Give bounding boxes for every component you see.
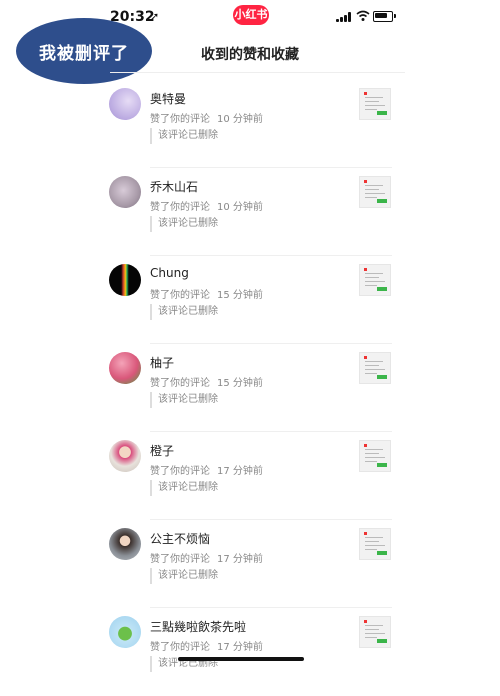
post-thumbnail[interactable] [359, 176, 391, 208]
post-thumbnail[interactable] [359, 264, 391, 296]
deleted-comment: 该评论已删除 [150, 480, 218, 496]
purple-avatar[interactable] [109, 88, 141, 120]
page-title: 收到的赞和收藏 [201, 47, 299, 63]
notification-item[interactable]: 乔木山石 赞了你的评论 10 分钟前 该评论已删除 [0, 168, 500, 256]
action-text: 赞了你的评论 [150, 202, 210, 213]
action-text: 赞了你的评论 [150, 642, 210, 653]
header-divider [110, 72, 405, 73]
notification-item[interactable]: Chung 赞了你的评论 15 分钟前 该评论已删除 [0, 256, 500, 344]
post-thumbnail[interactable] [359, 352, 391, 384]
notification-item[interactable]: 柚子 赞了你的评论 15 分钟前 该评论已删除 [0, 344, 500, 432]
user-name[interactable]: 奥特曼 [150, 90, 186, 107]
deleted-comment: 该评论已删除 [150, 128, 218, 144]
battery-icon [373, 11, 396, 22]
flower-avatar[interactable] [109, 176, 141, 208]
timestamp: 17 分钟前 [217, 642, 263, 653]
action-text: 赞了你的评论 [150, 466, 210, 477]
timestamp: 17 分钟前 [217, 466, 263, 477]
action-text: 赞了你的评论 [150, 554, 210, 565]
action-text: 赞了你的评论 [150, 290, 210, 301]
cartoon-avatar[interactable] [109, 616, 141, 648]
action-text: 赞了你的评论 [150, 114, 210, 125]
app-badge: 小红书 [233, 5, 269, 25]
user-name[interactable]: 橙子 [150, 442, 174, 459]
user-name[interactable]: 柚子 [150, 354, 174, 371]
notification-item[interactable]: 公主不烦恼 赞了你的评论 17 分钟前 该评论已删除 [0, 520, 500, 608]
girl-avatar[interactable] [109, 528, 141, 560]
signal-icon [336, 12, 352, 22]
user-name[interactable]: 乔木山石 [150, 178, 198, 195]
action-text: 赞了你的评论 [150, 378, 210, 389]
home-indicator[interactable] [178, 657, 304, 661]
wifi-icon [356, 10, 370, 21]
notification-item[interactable]: 奥特曼 赞了你的评论 10 分钟前 该评论已删除 [0, 80, 500, 168]
timestamp: 17 分钟前 [217, 554, 263, 565]
timestamp: 15 分钟前 [217, 290, 263, 301]
post-thumbnail[interactable] [359, 616, 391, 648]
user-name[interactable]: 公主不烦恼 [150, 530, 210, 547]
timestamp: 10 分钟前 [217, 202, 263, 213]
person-avatar[interactable] [109, 440, 141, 472]
post-thumbnail[interactable] [359, 440, 391, 472]
timestamp: 15 分钟前 [217, 378, 263, 389]
post-thumbnail[interactable] [359, 88, 391, 120]
flowers-avatar[interactable] [109, 352, 141, 384]
deleted-comment: 该评论已删除 [150, 216, 218, 232]
location-arrow-icon: ➚ [150, 10, 160, 23]
deleted-comment: 该评论已删除 [150, 304, 218, 320]
deleted-comment: 该评论已删除 [150, 568, 218, 584]
rainbow-avatar[interactable] [109, 264, 141, 296]
notification-item[interactable]: 三點幾啦飲茶先啦 赞了你的评论 17 分钟前 该评论已删除 [0, 608, 500, 696]
deleted-comment: 该评论已删除 [150, 392, 218, 408]
post-thumbnail[interactable] [359, 528, 391, 560]
timestamp: 10 分钟前 [217, 114, 263, 125]
user-name[interactable]: 三點幾啦飲茶先啦 [150, 618, 246, 635]
notification-item[interactable]: 橙子 赞了你的评论 17 分钟前 该评论已删除 [0, 432, 500, 520]
user-name[interactable]: Chung [150, 266, 189, 280]
